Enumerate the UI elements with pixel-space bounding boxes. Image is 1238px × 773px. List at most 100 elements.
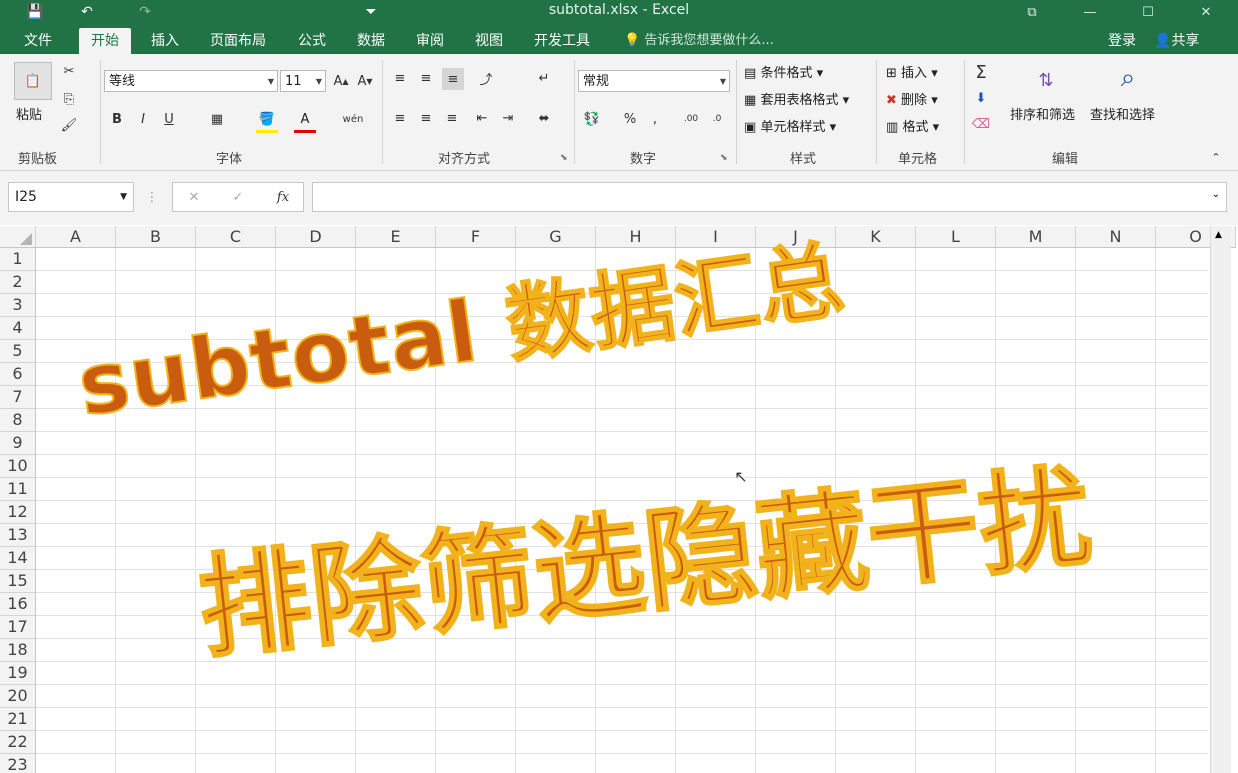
column-header[interactable]: G (516, 226, 596, 248)
row-header[interactable]: 2 (0, 271, 36, 294)
clear-icon[interactable]: ⌫ (970, 114, 992, 134)
bold-button[interactable]: B (108, 108, 126, 130)
column-header[interactable]: L (916, 226, 996, 248)
wrap-text-icon[interactable]: ↵ (534, 68, 554, 88)
paste-icon[interactable]: 📋 (14, 62, 52, 100)
cancel-icon[interactable]: ✕ (183, 187, 205, 207)
merge-center-icon[interactable]: ⬌ (532, 108, 556, 128)
column-header[interactable]: F (436, 226, 516, 248)
tab-formulas[interactable]: 公式 (298, 28, 326, 54)
column-header[interactable]: A (36, 226, 116, 248)
percent-button[interactable]: % (620, 108, 640, 130)
tab-insert[interactable]: 插入 (151, 28, 179, 54)
column-header[interactable]: K (836, 226, 916, 248)
row-header[interactable]: 19 (0, 662, 36, 685)
enter-icon[interactable]: ✓ (227, 187, 249, 207)
login-button[interactable]: 登录 (1108, 28, 1136, 54)
row-header[interactable]: 9 (0, 432, 36, 455)
row-header[interactable]: 18 (0, 639, 36, 662)
align-center-icon[interactable]: ≡ (416, 108, 436, 128)
italic-button[interactable]: I (134, 108, 152, 130)
row-header[interactable]: 20 (0, 685, 36, 708)
number-format-select[interactable]: 常规 ▼ (578, 70, 730, 92)
tab-file[interactable]: 文件 (24, 28, 52, 54)
row-header[interactable]: 4 (0, 317, 36, 340)
alignment-launcher-icon[interactable]: ⬊ (560, 153, 568, 163)
tab-home[interactable]: 开始 (79, 28, 131, 54)
tab-view[interactable]: 视图 (475, 28, 503, 54)
align-middle-icon[interactable]: ≡ (416, 68, 436, 88)
row-header[interactable]: 7 (0, 386, 36, 409)
increase-decimal-icon[interactable]: .00 (680, 108, 702, 130)
insert-cells-button[interactable]: ⊞ 插入 ▾ (886, 62, 938, 81)
format-as-table-button[interactable]: ▦ 套用表格格式 ▾ (744, 89, 849, 108)
expand-formula-icon[interactable]: ⌄ (1212, 189, 1220, 200)
column-header[interactable]: B (116, 226, 196, 248)
minimize-icon[interactable]: — (1070, 0, 1110, 24)
phonetic-button[interactable]: wén (340, 108, 366, 130)
row-header[interactable]: 23 (0, 754, 36, 773)
more-options-icon[interactable]: ⋮ (144, 189, 160, 205)
find-search-icon[interactable]: ⌕ (1110, 60, 1146, 96)
conditional-format-button[interactable]: ▤ 条件格式 ▾ (744, 62, 823, 81)
delete-cells-button[interactable]: ✖ 删除 ▾ (886, 89, 938, 108)
column-header[interactable]: M (996, 226, 1076, 248)
row-header[interactable]: 13 (0, 524, 36, 547)
font-size-select[interactable]: 11 ▼ (280, 70, 326, 92)
font-color-icon[interactable]: A (294, 108, 316, 133)
find-select-button[interactable]: 查找和选择 (1090, 104, 1155, 123)
share-button[interactable]: 👤共享 (1154, 28, 1199, 54)
format-painter-icon[interactable]: 🖌 (60, 116, 78, 134)
sort-filter-button[interactable]: 排序和筛选 (1010, 104, 1075, 123)
format-cells-button[interactable]: ▥ 格式 ▾ (886, 116, 939, 135)
row-header[interactable]: 8 (0, 409, 36, 432)
fill-color-icon[interactable]: 🪣 (256, 108, 278, 133)
increase-indent-icon[interactable]: ⇥ (498, 108, 518, 128)
maximize-icon[interactable]: ☐ (1128, 0, 1168, 24)
ribbon-display-options-icon[interactable]: ⧉ (1012, 0, 1052, 24)
row-header[interactable]: 1 (0, 248, 36, 271)
accounting-format-icon[interactable]: 💱 (580, 108, 604, 130)
select-all-corner[interactable] (0, 226, 36, 248)
number-launcher-icon[interactable]: ⬊ (720, 153, 728, 163)
decrease-indent-icon[interactable]: ⇤ (472, 108, 492, 128)
row-header[interactable]: 22 (0, 731, 36, 754)
row-header[interactable]: 12 (0, 501, 36, 524)
align-bottom-icon[interactable]: ≡ (442, 68, 464, 90)
row-header[interactable]: 10 (0, 455, 36, 478)
align-left-icon[interactable]: ≡ (390, 108, 410, 128)
tab-review[interactable]: 审阅 (416, 28, 444, 54)
chevron-down-icon[interactable]: ▼ (120, 183, 127, 211)
tab-page-layout[interactable]: 页面布局 (210, 28, 266, 54)
collapse-ribbon-icon[interactable]: ⌃ (1208, 150, 1224, 164)
autosum-icon[interactable]: Σ (970, 62, 992, 83)
row-header[interactable]: 16 (0, 593, 36, 616)
cut-icon[interactable]: ✂ (60, 62, 78, 80)
cell-styles-button[interactable]: ▣ 单元格样式 ▾ (744, 116, 836, 135)
decrease-font-icon[interactable]: A ▼ (356, 70, 374, 92)
row-header[interactable]: 3 (0, 294, 36, 317)
column-header[interactable]: D (276, 226, 356, 248)
formula-input[interactable]: ⌄ (312, 182, 1227, 212)
column-header[interactable]: E (356, 226, 436, 248)
insert-function-button[interactable]: fx (271, 187, 295, 207)
tab-developer[interactable]: 开发工具 (534, 28, 590, 54)
close-icon[interactable]: ✕ (1186, 0, 1226, 24)
align-top-icon[interactable]: ≡ (390, 68, 410, 88)
borders-icon[interactable]: ▦ (206, 108, 228, 130)
row-header[interactable]: 5 (0, 340, 36, 363)
align-right-icon[interactable]: ≡ (442, 108, 462, 128)
tab-data[interactable]: 数据 (357, 28, 385, 54)
row-header[interactable]: 11 (0, 478, 36, 501)
paste-button[interactable]: 粘贴 (16, 104, 42, 123)
font-name-select[interactable]: 等线 ▼ (104, 70, 278, 92)
row-header[interactable]: 15 (0, 570, 36, 593)
decrease-decimal-icon[interactable]: .0 (706, 108, 728, 130)
increase-font-icon[interactable]: A ▲ (332, 70, 350, 92)
tell-me-search[interactable]: 💡 告诉我您想要做什么... (624, 28, 774, 54)
row-header[interactable]: 14 (0, 547, 36, 570)
vertical-scrollbar[interactable]: ▲ (1210, 226, 1231, 773)
row-header[interactable]: 6 (0, 363, 36, 386)
copy-icon[interactable]: ⎘ (60, 90, 78, 108)
sort-filter-icon[interactable]: ⇅ (1028, 62, 1064, 98)
